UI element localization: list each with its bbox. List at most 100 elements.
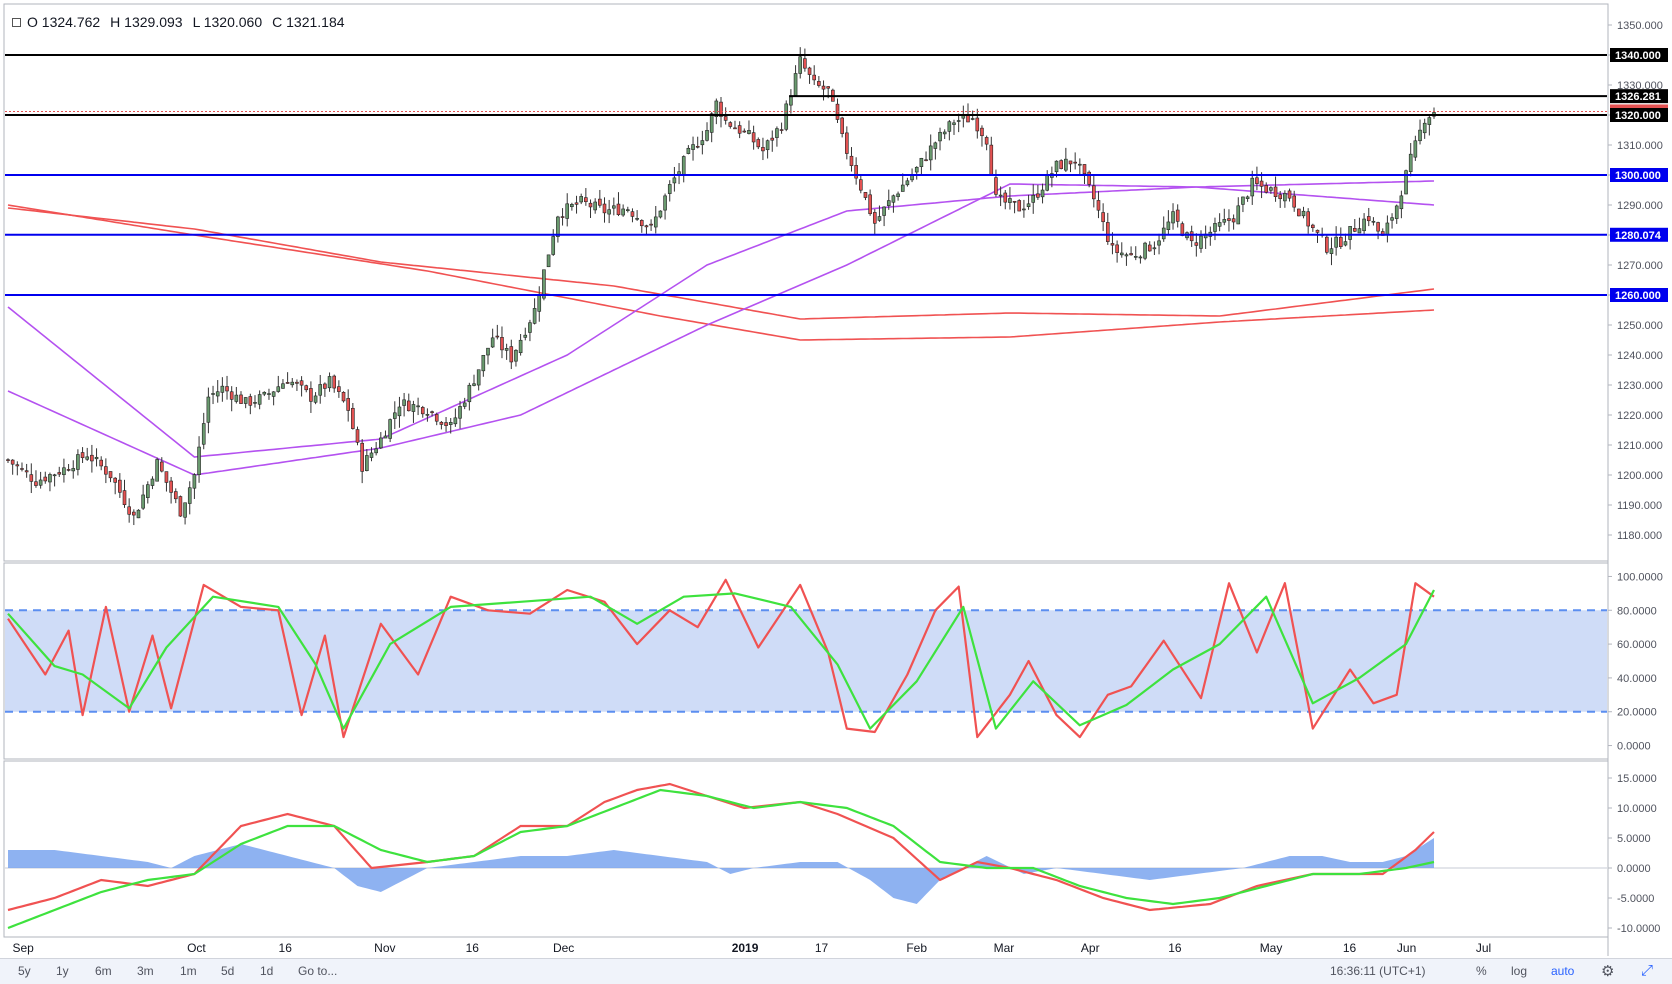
time-axis-label: Dec: [553, 941, 574, 955]
candle-body: [118, 479, 122, 493]
candle-body: [173, 491, 178, 500]
timeframe-1m[interactable]: 1m: [180, 964, 197, 978]
axis-tick-label: 1250.000: [1617, 320, 1663, 332]
candle-body: [1003, 192, 1008, 203]
timeframe-1y[interactable]: 1y: [56, 964, 69, 978]
ohlc-legend: O 1324.762 H 1329.093 L 1320.060 C 1321.184: [12, 14, 355, 30]
timeframe-5d[interactable]: 5d: [221, 964, 234, 978]
bottom-toolbar: 5y 1y 6m 3m 1m 5d 1d Go to... 16:36:11 (…: [0, 958, 1672, 984]
candle-body: [1301, 210, 1306, 217]
candle-body: [383, 435, 388, 439]
macd-histogram: [5, 838, 1607, 904]
candle-body: [1390, 217, 1394, 221]
candle-body: [607, 209, 611, 215]
candle-body: [784, 103, 789, 130]
candle-body: [896, 193, 900, 197]
collapse-legend-icon[interactable]: [12, 18, 21, 27]
candle-body: [1054, 160, 1059, 173]
time-axis-label: 16: [1343, 941, 1357, 955]
timeframe-3m[interactable]: 3m: [137, 964, 154, 978]
candle-body: [271, 391, 276, 397]
candle-body: [1283, 193, 1287, 202]
candle-body: [761, 147, 765, 152]
candle-body: [770, 137, 775, 141]
candle-body: [1338, 236, 1343, 247]
fullscreen-icon[interactable]: ⤢: [1641, 962, 1653, 979]
candle-body: [747, 130, 751, 134]
candle-body: [653, 216, 658, 228]
candle-body: [733, 127, 737, 130]
candle-body: [644, 225, 649, 228]
candle-body: [635, 218, 639, 220]
candle-body: [588, 202, 593, 208]
candle-body: [751, 132, 756, 143]
time-axis-label: 16: [466, 941, 480, 955]
candle-body: [500, 337, 504, 351]
candle-body: [756, 139, 761, 148]
candle-body: [509, 346, 514, 363]
candle-body: [337, 386, 341, 392]
log-toggle[interactable]: log: [1511, 964, 1527, 978]
candle-body: [20, 468, 24, 470]
candle-body: [281, 383, 285, 389]
candle-body: [1166, 221, 1171, 230]
time-axis-label: 2019: [732, 941, 759, 955]
candle-body: [1418, 129, 1422, 142]
candle-body: [122, 490, 127, 505]
candle-body: [1250, 177, 1255, 197]
candle-body: [789, 96, 793, 106]
gear-icon[interactable]: ⚙: [1601, 962, 1614, 980]
candle-body: [1413, 140, 1418, 158]
go-to-date-button[interactable]: Go to...: [298, 964, 337, 978]
candle-body: [313, 395, 318, 403]
candle-body: [1297, 208, 1301, 217]
candle-body: [99, 459, 104, 467]
axis-tick-label: 1270.000: [1617, 260, 1663, 272]
candle-body: [1255, 177, 1259, 184]
candle-body: [900, 184, 905, 192]
candle-body: [672, 177, 677, 184]
candle-body: [341, 391, 346, 402]
candle-body: [304, 385, 309, 391]
candle-body: [625, 209, 630, 211]
candle-body: [518, 339, 523, 354]
candle-body: [365, 455, 369, 472]
candle-body: [1362, 218, 1366, 232]
timeframe-6m[interactable]: 6m: [95, 964, 112, 978]
axis-tick-label: 1230.000: [1617, 380, 1663, 392]
ohlc-close: C 1321.184: [272, 14, 345, 30]
candle-body: [924, 159, 928, 162]
axis-tick-label: 1220.000: [1617, 410, 1663, 422]
candle-body: [285, 382, 290, 384]
candle-body: [416, 405, 420, 408]
candle-body: [556, 216, 560, 237]
candle-body: [43, 476, 48, 482]
auto-toggle[interactable]: auto: [1551, 964, 1574, 978]
candle-body: [1213, 223, 1217, 232]
candle-body: [1231, 218, 1236, 223]
time-axis-label: 16: [1168, 941, 1182, 955]
candle-body: [1376, 222, 1380, 232]
candle-body: [486, 347, 490, 356]
clock[interactable]: 16:36:11 (UTC+1): [1330, 964, 1426, 978]
candle-body: [565, 203, 570, 219]
candle-body: [1124, 254, 1129, 257]
candle-body: [444, 422, 448, 426]
candle-body: [94, 456, 99, 460]
axis-tick-label: 1290.000: [1617, 200, 1663, 212]
macd-line-0: [7, 782, 1435, 912]
candle-body: [1092, 185, 1096, 200]
chart-frame: 1350.0001340.0001330.0001320.0001310.000…: [3, 3, 1668, 956]
candle-body: [434, 414, 439, 422]
candle-body: [1026, 203, 1031, 207]
percent-toggle[interactable]: %: [1476, 964, 1487, 978]
candle-body: [1236, 205, 1241, 225]
timeframe-1d[interactable]: 1d: [260, 964, 273, 978]
axis-tick-label: 40.0000: [1617, 673, 1657, 685]
candle-body: [136, 509, 141, 519]
candle-body: [1036, 193, 1040, 198]
candle-body: [1408, 153, 1413, 172]
candle-body: [709, 113, 714, 133]
candle-body: [905, 180, 910, 186]
timeframe-5y[interactable]: 5y: [18, 964, 31, 978]
